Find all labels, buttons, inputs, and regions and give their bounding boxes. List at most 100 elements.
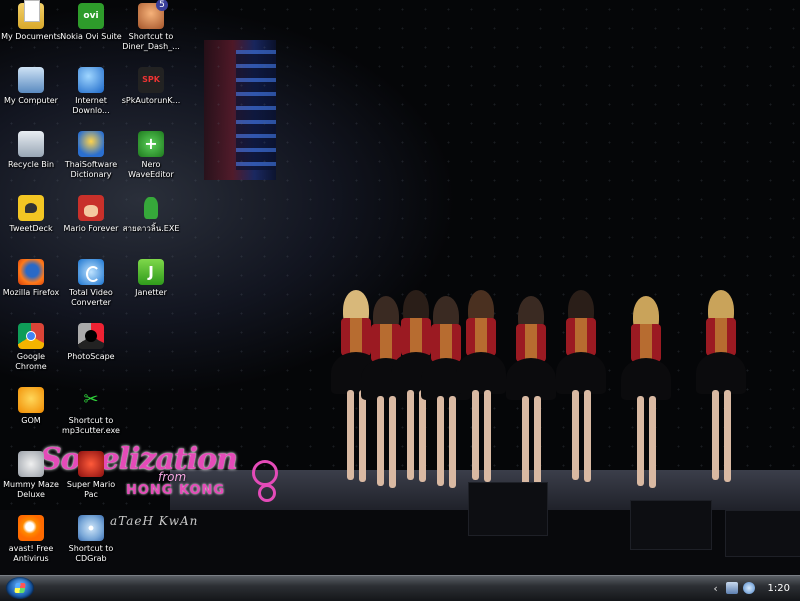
avast-icon [18,515,44,541]
desktop-icon-recycle-bin[interactable]: Recycle Bin [0,131,62,170]
performer-leg [724,390,731,482]
desktop-icon-label: Mario Forever [63,224,119,233]
show-hidden-icons-chevron-icon[interactable]: ‹ [711,582,721,595]
desktop-icon-thaisoftware-dictionary[interactable]: ThaiSoftware Dictionary [60,131,122,180]
ovi-icon: ovi [78,3,104,29]
performer-leg [407,390,414,480]
desktop-icon-internet-download[interactable]: Internet Downlo... [60,67,122,116]
system-tray: ‹ 1:20 [711,578,800,598]
taskbar-clock[interactable]: 1:20 [768,583,790,594]
desktop-icon-google-chrome[interactable]: Google Chrome [0,323,62,372]
performer-leg [377,396,384,486]
green-figure-exe-icon [138,195,164,221]
chrome-icon [18,323,44,349]
performer-costume-top [516,324,546,362]
desktop-icon-cdgrab[interactable]: Shortcut to CDGrab [60,515,122,564]
performer-leg [649,396,656,488]
computer-icon [18,67,44,93]
performer-skirt [456,352,506,394]
desktop-icon-my-documents[interactable]: My Documents [0,0,62,42]
desktop-icon-label: My Computer [4,96,58,105]
mario-icon [78,195,104,221]
desktop-icon-total-video-converter[interactable]: Total Video Converter [60,259,122,308]
performer-leg [584,390,591,482]
performer-costume-top [341,318,371,356]
desktop-icon-mario-forever[interactable]: Mario Forever [60,195,122,234]
photoscape-icon [78,323,104,349]
performer-costume-top [631,324,661,362]
performer-leg [484,390,491,482]
stage-monitor-speaker [468,482,548,536]
desktop-icon-label: Super Mario Pac [66,480,116,499]
performer-leg [522,396,529,486]
video-converter-icon [78,259,104,285]
internet-download-icon [78,67,104,93]
performer-leg [437,396,444,486]
desktop-icon-label: Mummy Maze Deluxe [3,480,59,499]
janetter-icon [138,259,164,285]
desktop-icon-label: Janetter [135,288,167,297]
desktop-icon-janetter[interactable]: Janetter [120,259,182,298]
performer-leg [419,390,426,482]
desktop-icon-mozilla-firefox[interactable]: Mozilla Firefox [0,259,62,298]
desktop-icon-label: GOM [21,416,41,425]
performer-leg [347,390,354,480]
performer-costume-top [431,324,461,362]
cd-icon [78,515,104,541]
desktop-icon-grid: My Documents ovi Nokia Ovi Suite Shortcu… [0,0,200,570]
desktop-icon-mp3cutter[interactable]: Shortcut to mp3cutter.exe [60,387,122,436]
desktop-icon-label: Shortcut to Diner_Dash_... [122,32,180,51]
desktop-icon-label: Internet Downlo... [72,96,110,115]
desktop-icon-label: sPkAutorunK... [121,96,181,105]
performer-skirt [506,358,556,400]
start-button[interactable] [6,577,34,599]
desktop-icon-label: Nokia Ovi Suite [60,32,122,41]
performer-leg [637,396,644,486]
performer-leg [449,396,456,488]
performer-leg [472,390,479,480]
desktop-icon-label: My Documents [1,32,61,41]
desktop-icon-diner-dash[interactable]: Shortcut to Diner_Dash_... [120,0,182,52]
desktop-icon-super-mario-pac[interactable]: Super Mario Pac [60,451,122,500]
spk-icon: SPK [138,67,164,93]
recycle-bin-icon [18,131,44,157]
dictionary-globe-icon [78,131,104,157]
desktop-icon-label: PhotoScape [67,352,115,361]
tweetdeck-bird-icon [18,195,44,221]
desktop-icon-avast-free-antivirus[interactable]: avast! Free Antivirus [0,515,62,564]
performer-skirt [696,352,746,394]
firefox-icon [18,259,44,285]
desktop-icon-label: Nero WaveEditor [128,160,174,179]
desktop-icon-label: Shortcut to CDGrab [68,544,114,563]
performer-skirt [621,358,671,400]
desktop-icon-label: Mozilla Firefox [2,288,60,297]
desktop-icon-spk-autorun[interactable]: SPK sPkAutorunK... [120,67,182,106]
desktop-icon-gom[interactable]: GOM [0,387,62,426]
desktop-icon-label: สายดาวลิ้น.EXE [122,224,180,233]
gom-player-icon [18,387,44,413]
desktop-icon-thai-exe[interactable]: สายดาวลิ้น.EXE [120,195,182,234]
mummy-icon [18,451,44,477]
performer-leg [572,390,579,480]
desktop-icon-label: Recycle Bin [7,160,55,169]
desktop-icon-mummy-maze-deluxe[interactable]: Mummy Maze Deluxe [0,451,62,500]
performer-costume-top [401,318,431,356]
desktop-icon-label: avast! Free Antivirus [8,544,54,563]
desktop-icon-photoscape[interactable]: PhotoScape [60,323,122,362]
desktop-icon-label: Google Chrome [15,352,47,371]
desktop-icon-nero-waveeditor[interactable]: Nero WaveEditor [120,131,182,180]
documents-folder-icon [18,0,44,29]
desktop-icon-my-computer[interactable]: My Computer [0,67,62,106]
performer-costume-top [566,318,596,356]
desktop-icon-tweetdeck[interactable]: TweetDeck [0,195,62,234]
desktop-icon-label: Shortcut to mp3cutter.exe [62,416,120,435]
scissors-icon [78,387,104,413]
desktop-icon-nokia-ovi-suite[interactable]: ovi Nokia Ovi Suite [60,3,122,42]
network-icon[interactable] [725,582,738,594]
desktop-icon-label: Total Video Converter [69,288,113,307]
performer-leg [389,396,396,488]
performer-costume-top [466,318,496,356]
desktop-icon-label: TweetDeck [9,224,53,233]
stage-monitor-speaker-3 [725,510,800,557]
volume-icon[interactable] [742,582,755,594]
